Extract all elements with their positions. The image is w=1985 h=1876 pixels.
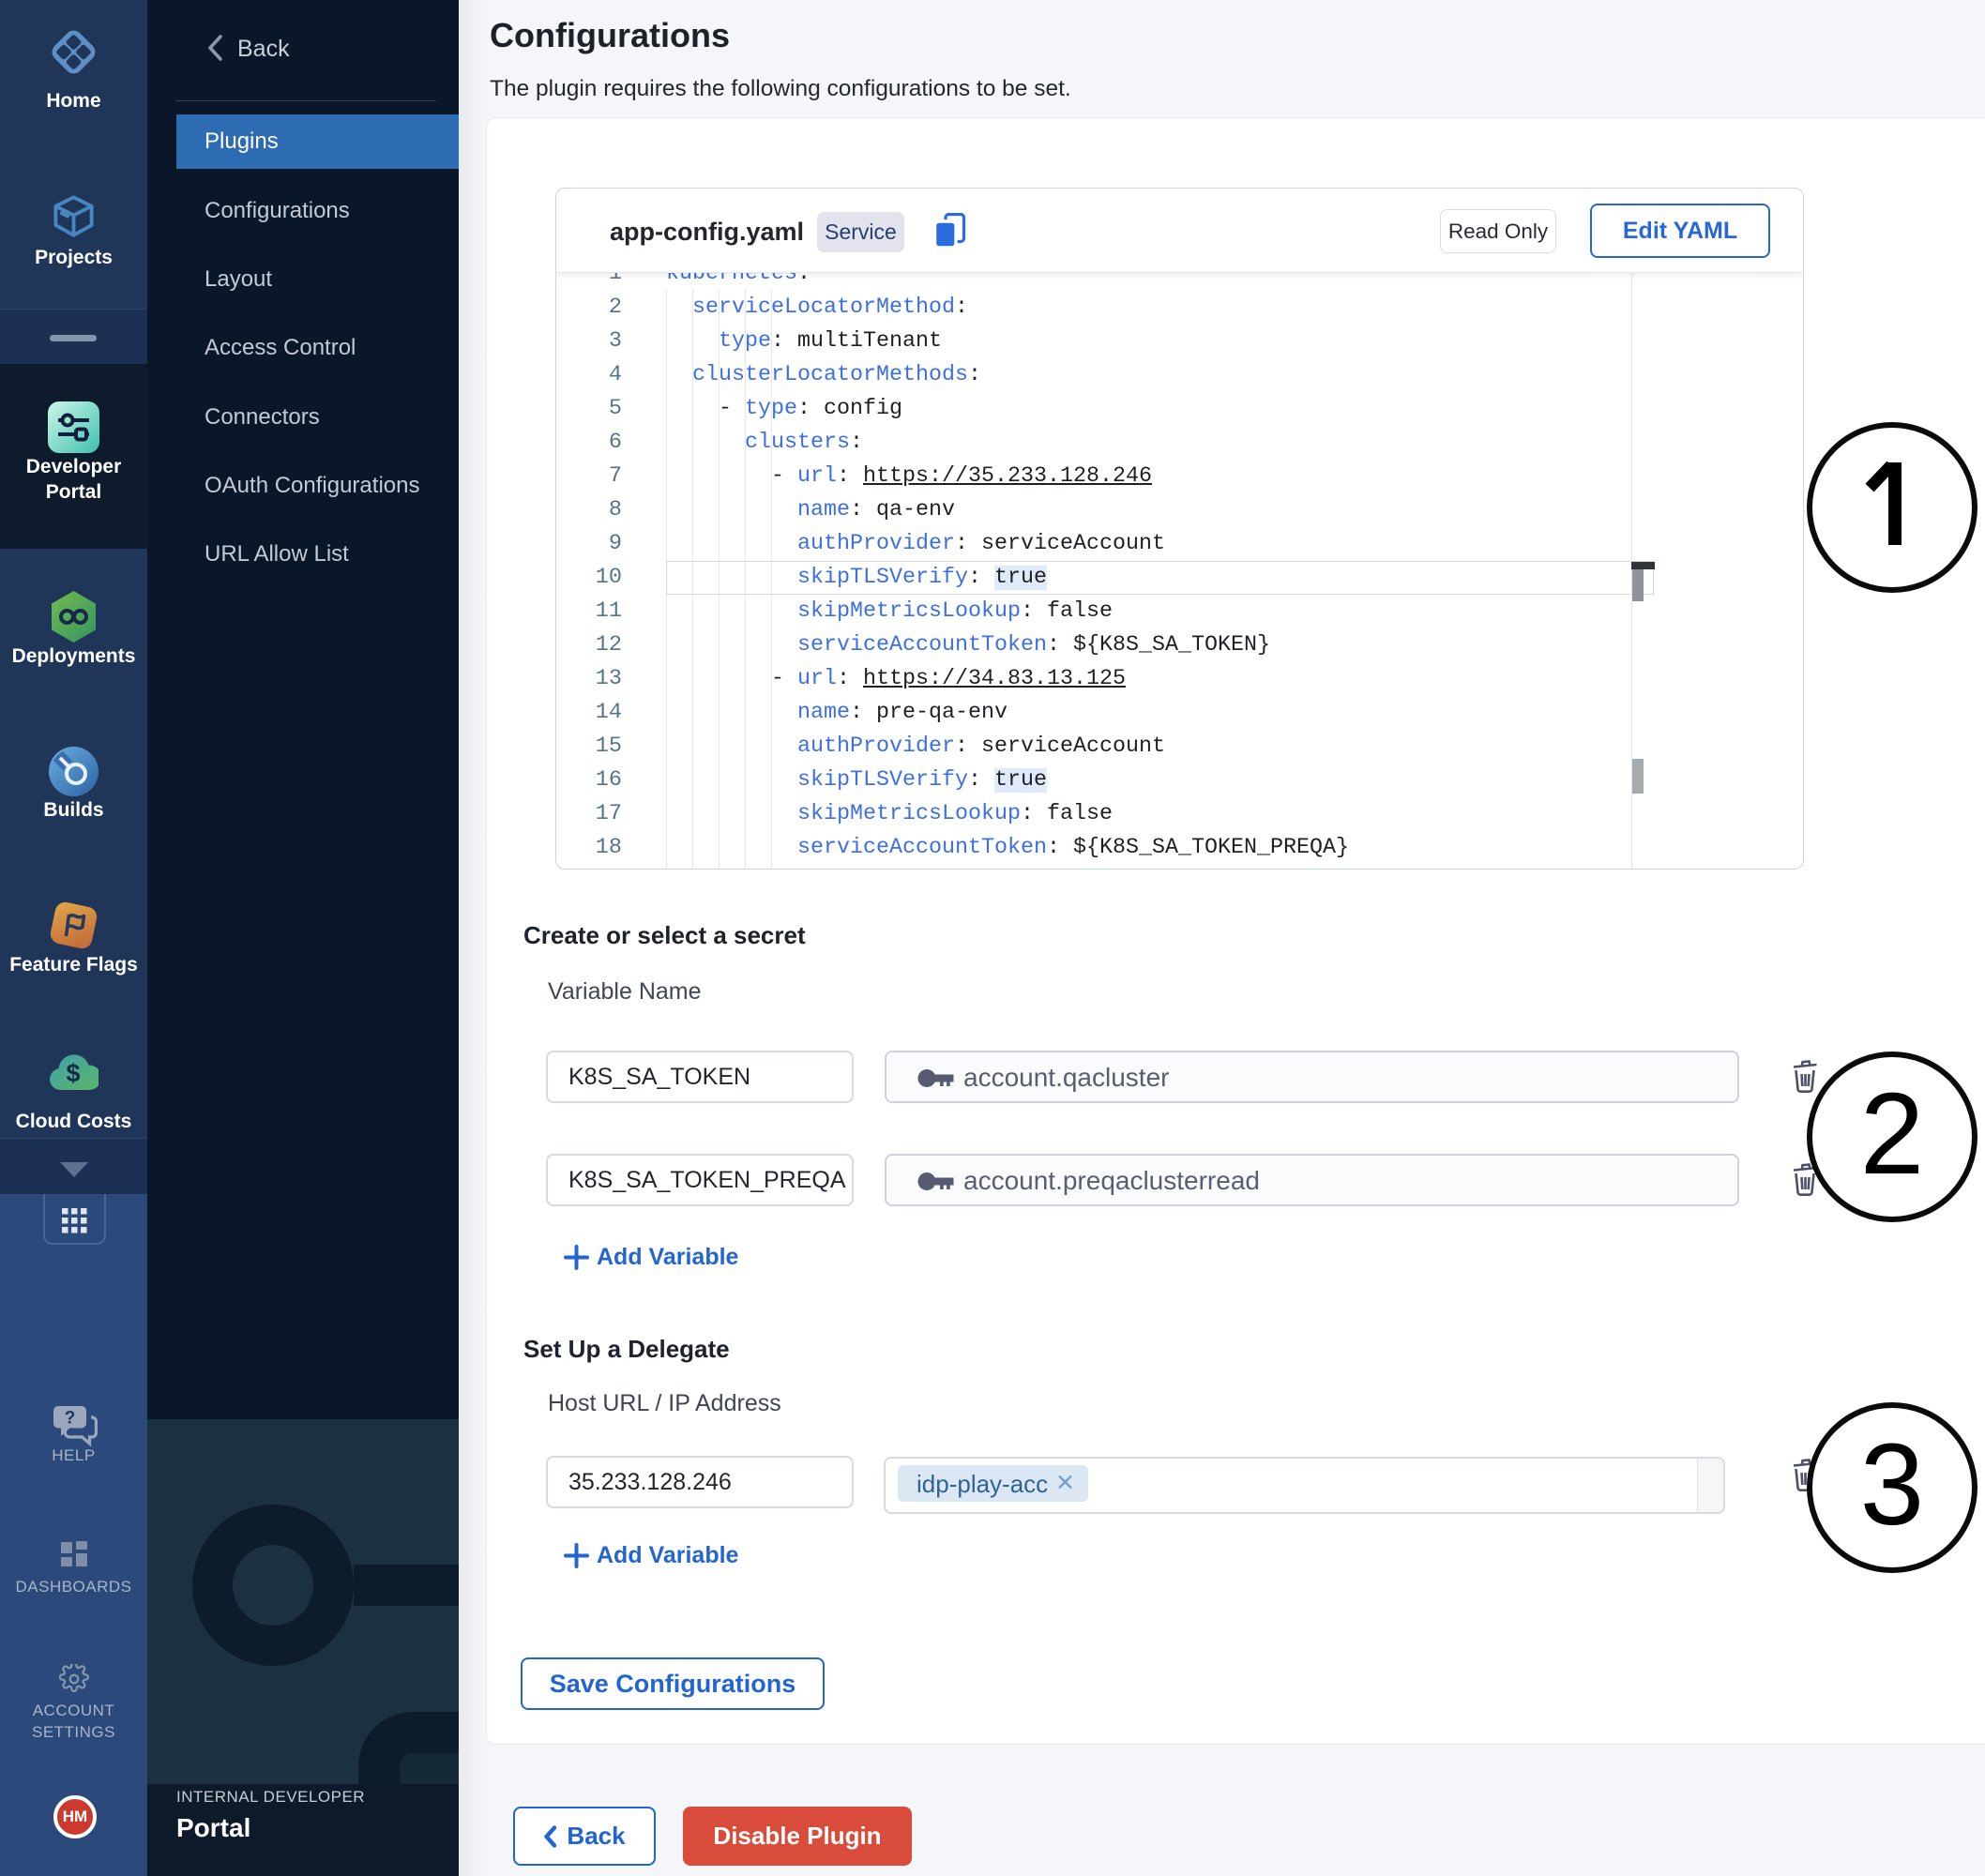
- svg-text:?: ?: [65, 1409, 76, 1429]
- svg-text:$: $: [66, 1059, 80, 1087]
